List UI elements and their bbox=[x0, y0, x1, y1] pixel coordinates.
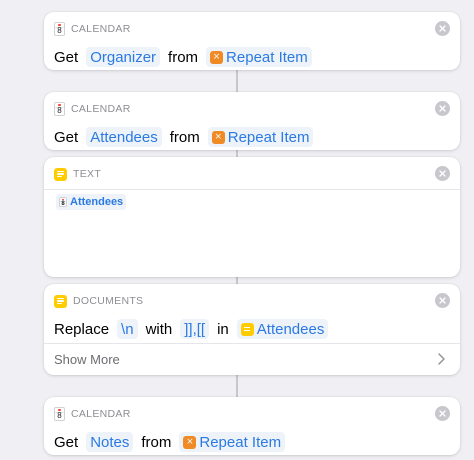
get-label: Get bbox=[54, 128, 79, 146]
find-text-parameter[interactable]: \n bbox=[117, 319, 138, 339]
remove-action-button[interactable] bbox=[435, 293, 450, 308]
remove-action-button[interactable] bbox=[435, 101, 450, 116]
action-header: 8 CALENDAR bbox=[54, 404, 450, 424]
close-icon bbox=[439, 25, 446, 32]
in-label: in bbox=[217, 320, 229, 338]
show-more-divider bbox=[44, 343, 460, 344]
repeat-item-variable[interactable]: ⨯ Repeat Item bbox=[206, 47, 312, 67]
text-note-icon bbox=[54, 167, 67, 181]
calendar-icon: 8 bbox=[54, 407, 65, 421]
action-header: 8 CALENDAR bbox=[54, 99, 450, 119]
get-organizer-action-card[interactable]: 8 CALENDAR Get Organizer from ⨯ Repeat I… bbox=[44, 12, 460, 70]
with-label: with bbox=[145, 320, 173, 338]
action-parameters: Replace \n with ]],[[ in Attendees bbox=[54, 318, 450, 340]
show-more-button[interactable]: Show More bbox=[54, 348, 450, 370]
action-parameters: Get Organizer from ⨯ Repeat Item bbox=[54, 46, 450, 68]
replace-text-action-card[interactable]: DOCUMENTS Replace \n with ]],[[ in Atten… bbox=[44, 284, 460, 375]
property-parameter[interactable]: Notes bbox=[86, 432, 134, 452]
close-icon bbox=[439, 297, 446, 304]
action-parameters: Get Notes from ⨯ Repeat Item bbox=[54, 431, 450, 453]
get-notes-action-card[interactable]: 8 CALENDAR Get Notes from ⨯ Repeat Item bbox=[44, 397, 460, 455]
repeat-item-variable[interactable]: ⨯ Repeat Item bbox=[207, 127, 314, 147]
flow-connector bbox=[236, 69, 238, 93]
action-header: TEXT bbox=[54, 164, 450, 184]
action-header: 8 CALENDAR bbox=[54, 19, 450, 39]
from-label: from bbox=[169, 128, 200, 146]
replace-label: Replace bbox=[54, 320, 110, 338]
get-label: Get bbox=[54, 48, 79, 66]
documents-note-icon bbox=[54, 294, 67, 308]
calendar-icon: 8 bbox=[59, 197, 67, 207]
variable-label: Attendees bbox=[256, 320, 325, 338]
header-divider bbox=[44, 189, 460, 190]
text-variable-icon bbox=[240, 322, 254, 336]
remove-action-button[interactable] bbox=[435, 166, 450, 181]
repeat-item-variable[interactable]: ⨯ Repeat Item bbox=[179, 432, 286, 452]
variable-label: Repeat Item bbox=[199, 433, 282, 451]
action-header: DOCUMENTS bbox=[54, 291, 450, 311]
repeat-item-variable-icon: ⨯ bbox=[183, 435, 197, 449]
action-category-label: CALENDAR bbox=[71, 408, 131, 420]
from-label: from bbox=[141, 433, 172, 451]
text-action-card[interactable]: TEXT 8 Attendees bbox=[44, 157, 460, 277]
replacement-text-parameter[interactable]: ]],[[ bbox=[180, 319, 210, 339]
action-parameters: Get Attendees from ⨯ Repeat Item bbox=[54, 126, 450, 148]
variable-label: Repeat Item bbox=[227, 128, 310, 146]
attendees-variable[interactable]: Attendees bbox=[236, 319, 329, 339]
property-parameter[interactable]: Organizer bbox=[86, 47, 161, 67]
calendar-icon: 8 bbox=[54, 102, 65, 116]
remove-action-button[interactable] bbox=[435, 21, 450, 36]
show-more-label: Show More bbox=[54, 351, 120, 367]
variable-label: Repeat Item bbox=[226, 48, 308, 66]
calendar-icon: 8 bbox=[54, 22, 65, 36]
action-category-label: TEXT bbox=[73, 168, 102, 180]
attendees-text-token[interactable]: 8 Attendees bbox=[56, 194, 127, 210]
token-label: Attendees bbox=[70, 196, 124, 208]
close-icon bbox=[439, 105, 446, 112]
close-icon bbox=[439, 410, 446, 417]
repeat-item-variable-icon: ⨯ bbox=[210, 50, 224, 64]
repeat-item-variable-icon: ⨯ bbox=[211, 130, 225, 144]
from-label: from bbox=[168, 48, 199, 66]
remove-action-button[interactable] bbox=[435, 406, 450, 421]
action-category-label: DOCUMENTS bbox=[73, 295, 144, 307]
get-attendees-action-card[interactable]: 8 CALENDAR Get Attendees from ⨯ Repeat I… bbox=[44, 92, 460, 150]
chevron-right-icon bbox=[438, 353, 445, 365]
close-icon bbox=[439, 170, 446, 177]
property-parameter[interactable]: Attendees bbox=[86, 127, 162, 147]
action-category-label: CALENDAR bbox=[71, 23, 131, 35]
action-category-label: CALENDAR bbox=[71, 103, 131, 115]
get-label: Get bbox=[54, 433, 79, 451]
flow-connector bbox=[236, 374, 238, 398]
